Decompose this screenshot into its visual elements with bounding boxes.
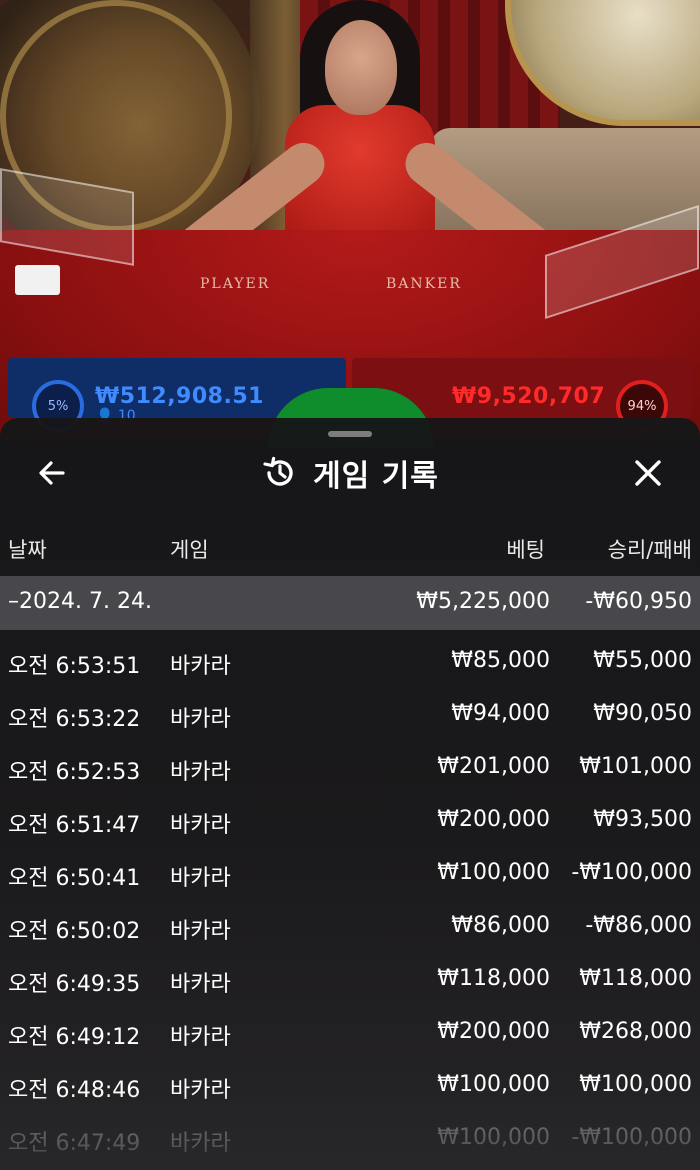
column-header-game: 게임 xyxy=(170,538,209,562)
row-game: 바카라 xyxy=(170,813,231,838)
row-winloss: ₩268,000 xyxy=(579,1019,692,1044)
dealer-face xyxy=(325,20,397,115)
row-winloss: ₩100,000 xyxy=(579,1072,692,1097)
row-bet: ₩85,000 xyxy=(451,648,550,673)
history-row[interactable]: 오전 6:49:35 바카라 ₩118,000 ₩118,000 xyxy=(0,954,700,1007)
row-bet: ₩100,000 xyxy=(437,1125,550,1150)
card-deck xyxy=(15,265,60,295)
day-summary-row[interactable]: –2024. 7. 24. ₩5,225,000 -₩60,950 xyxy=(0,576,700,630)
history-row[interactable]: 오전 6:52:53 바카라 ₩201,000 ₩101,000 xyxy=(0,742,700,795)
row-time: 오전 6:49:35 xyxy=(8,972,141,997)
game-history-sheet: 게임 기록 날짜 게임 베팅 승리/패배 –2024. 7. 24. ₩5,22… xyxy=(0,418,700,1170)
history-row[interactable]: 오전 6:53:51 바카라 ₩85,000 ₩55,000 xyxy=(0,636,700,689)
history-row[interactable]: 오전 6:48:46 바카라 ₩100,000 ₩100,000 xyxy=(0,1060,700,1113)
row-bet: ₩200,000 xyxy=(437,1019,550,1044)
row-winloss: ₩93,500 xyxy=(593,807,692,832)
banker-bet-total: ₩9,520,707 xyxy=(452,384,606,409)
column-header-winloss: 승리/패배 xyxy=(607,538,692,562)
row-game: 바카라 xyxy=(170,866,231,891)
row-game: 바카라 xyxy=(170,972,231,997)
column-header-date: 날짜 xyxy=(8,538,47,562)
summary-date: –2024. 7. 24. xyxy=(8,589,152,614)
sheet-drag-handle[interactable] xyxy=(328,431,372,437)
row-bet: ₩201,000 xyxy=(437,754,550,779)
close-icon xyxy=(635,460,661,486)
row-winloss: -₩100,000 xyxy=(571,1125,692,1150)
table-label-player: PLAYER xyxy=(200,276,271,292)
history-row[interactable]: 오전 6:53:22 바카라 ₩94,000 ₩90,050 xyxy=(0,689,700,742)
row-bet: ₩118,000 xyxy=(437,966,550,991)
row-time: 오전 6:50:02 xyxy=(8,919,141,944)
row-time: 오전 6:49:12 xyxy=(8,1025,141,1050)
row-time: 오전 6:52:53 xyxy=(8,760,141,785)
row-time: 오전 6:53:51 xyxy=(8,654,141,679)
row-game: 바카라 xyxy=(170,1078,231,1103)
row-bet: ₩100,000 xyxy=(437,860,550,885)
player-bet-total: ₩512,908.51 xyxy=(95,384,264,409)
history-row[interactable]: 오전 6:49:12 바카라 ₩200,000 ₩268,000 xyxy=(0,1007,700,1060)
row-time: 오전 6:50:41 xyxy=(8,866,141,891)
row-bet: ₩94,000 xyxy=(451,701,550,726)
sheet-header: 게임 기록 xyxy=(0,450,700,496)
column-header-bet: 베팅 xyxy=(506,538,545,562)
summary-bet-total: ₩5,225,000 xyxy=(416,589,550,614)
row-time: 오전 6:47:49 xyxy=(8,1131,141,1156)
table-label-banker: BANKER xyxy=(386,276,462,292)
history-row[interactable]: 오전 6:47:49 바카라 ₩100,000 -₩100,000 xyxy=(0,1113,700,1166)
row-game: 바카라 xyxy=(170,1131,231,1156)
row-winloss: ₩90,050 xyxy=(593,701,692,726)
row-winloss: ₩118,000 xyxy=(579,966,692,991)
row-winloss: ₩101,000 xyxy=(579,754,692,779)
row-bet: ₩100,000 xyxy=(437,1072,550,1097)
history-row[interactable]: 오전 6:50:02 바카라 ₩86,000 -₩86,000 xyxy=(0,901,700,954)
row-time: 오전 6:51:47 xyxy=(8,813,141,838)
row-bet: ₩200,000 xyxy=(437,807,550,832)
history-row[interactable]: 오전 6:51:47 바카라 ₩200,000 ₩93,500 xyxy=(0,795,700,848)
history-row[interactable]: 오전 6:50:41 바카라 ₩100,000 -₩100,000 xyxy=(0,848,700,901)
close-button[interactable] xyxy=(626,446,670,500)
summary-winloss-total: -₩60,950 xyxy=(585,589,692,614)
row-time: 오전 6:48:46 xyxy=(8,1078,141,1103)
row-game: 바카라 xyxy=(170,1025,231,1050)
row-game: 바카라 xyxy=(170,707,231,732)
row-winloss: -₩100,000 xyxy=(571,860,692,885)
row-game: 바카라 xyxy=(170,760,231,785)
row-winloss: -₩86,000 xyxy=(585,913,692,938)
row-winloss: ₩55,000 xyxy=(593,648,692,673)
page-title: 게임 기록 xyxy=(313,459,439,494)
row-game: 바카라 xyxy=(170,654,231,679)
history-clock-icon xyxy=(263,456,293,486)
row-game: 바카라 xyxy=(170,919,231,944)
row-time: 오전 6:53:22 xyxy=(8,707,141,732)
row-bet: ₩86,000 xyxy=(451,913,550,938)
